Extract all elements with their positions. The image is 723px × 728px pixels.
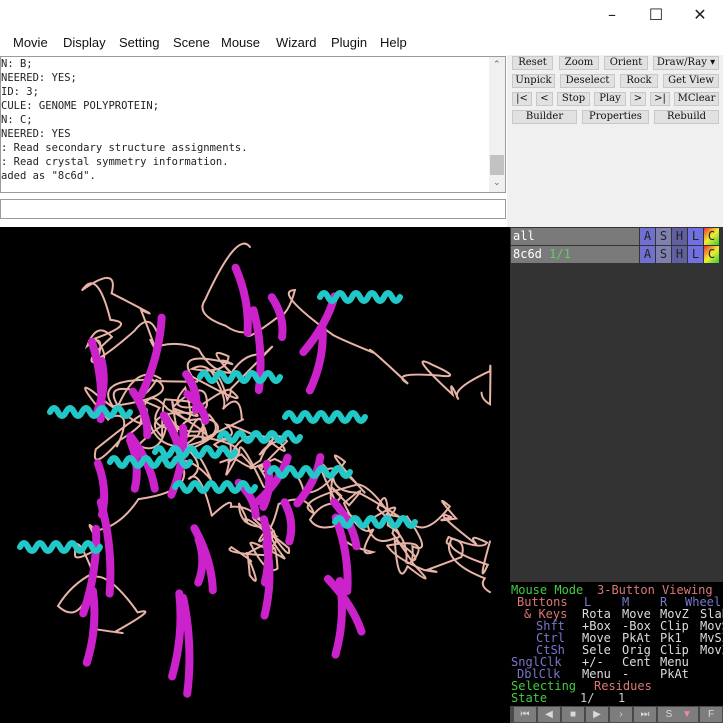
menu-bar: Movie Display Setting Scene Mouse Wizard… (0, 30, 723, 55)
alpha-helix (17, 540, 103, 554)
log-scrollbar[interactable]: ⌃ ⌄ (489, 57, 505, 192)
title-bar: – ☐ ✕ (0, 0, 723, 30)
transport-bar: ⏮ ◀ ■ ▶ › ⏭ S ▼ F (510, 706, 723, 723)
mouse-action: MovZ (700, 643, 723, 657)
object-row-all[interactable]: all A S H L C (511, 228, 723, 245)
command-input[interactable] (0, 199, 506, 219)
step-back-icon[interactable]: ◀ (538, 707, 560, 722)
log-line: aded as "8c6d". (1, 170, 96, 182)
minimize-button[interactable]: – (590, 4, 634, 26)
action-button[interactable]: A (640, 246, 655, 263)
deselect-button[interactable]: Deselect (560, 74, 615, 88)
loop-coil (386, 538, 420, 575)
loop-coil (90, 575, 147, 635)
stop-button[interactable]: Stop (557, 92, 590, 106)
beta-strand (259, 515, 273, 587)
hide-button[interactable]: H (672, 228, 687, 245)
scroll-thumb[interactable] (490, 155, 504, 175)
show-button[interactable]: S (656, 228, 671, 245)
menu-movie[interactable]: Movie (13, 35, 48, 50)
beta-strand (231, 263, 252, 337)
button-panel: Reset Zoom Orient Draw/Ray ▾ Unpick Dese… (507, 55, 723, 227)
log-line: N: B; (1, 58, 33, 70)
maximize-button[interactable]: ☐ (634, 4, 678, 26)
loop-coil (455, 364, 492, 406)
orient-button[interactable]: Orient (604, 56, 648, 70)
back-button[interactable]: < (536, 92, 553, 106)
loop-coil (81, 276, 156, 349)
menu-scene[interactable]: Scene (173, 35, 210, 50)
step-forward-icon[interactable]: › (610, 707, 632, 722)
show-button[interactable]: S (656, 246, 671, 263)
mouse-mode-panel: Mouse Mode 3-Button Viewing Buttons L M … (510, 582, 723, 706)
alpha-helix (282, 410, 368, 424)
stop-icon[interactable]: ■ (562, 707, 584, 722)
zoom-button[interactable]: Zoom (559, 56, 599, 70)
menu-display[interactable]: Display (63, 35, 106, 50)
object-state: 1/1 (549, 247, 571, 261)
log-line: CULE: GENOME POLYPROTEIN; (1, 100, 160, 112)
end-icon[interactable]: ⏭ (634, 707, 656, 722)
label-button[interactable]: L (688, 228, 703, 245)
action-button[interactable]: A (640, 228, 655, 245)
rewind-button[interactable]: |< (512, 92, 532, 106)
scroll-down-icon[interactable]: ⌄ (493, 177, 501, 188)
state-total: 1 (618, 691, 626, 705)
rewind-icon[interactable]: ⏮ (514, 707, 536, 722)
log-line: : Read secondary structure assignments. (1, 142, 248, 154)
label-button[interactable]: L (688, 246, 703, 263)
mouse-action: PkAt (660, 667, 689, 681)
log-line: NEERED: YES (1, 128, 71, 140)
state-label: State (511, 691, 548, 705)
rock-button[interactable]: Rock (620, 74, 658, 88)
log-line: : Read crystal symmetry information. (1, 156, 229, 168)
object-panel: all A S H L C 8c6d 1/1 A S H L C (510, 227, 723, 582)
menu-plugin[interactable]: Plugin (331, 35, 367, 50)
forward-button[interactable]: > (630, 92, 646, 106)
builder-button[interactable]: Builder (512, 110, 577, 124)
state-value: 1/ (580, 691, 595, 705)
beta-strand (280, 498, 296, 546)
fullscreen-button[interactable]: F (700, 707, 722, 722)
loop-coil (319, 454, 366, 505)
play-button[interactable]: Play (594, 92, 626, 106)
alpha-helix (152, 445, 238, 459)
loop-coil (331, 333, 440, 385)
molecule-viewer[interactable] (0, 227, 510, 723)
get-view-button[interactable]: Get View (663, 74, 719, 88)
beta-strand (267, 293, 287, 341)
end-button[interactable]: >| (650, 92, 670, 106)
object-name[interactable]: all (511, 228, 639, 245)
menu-help[interactable]: Help (380, 35, 407, 50)
reset-button[interactable]: Reset (512, 56, 553, 70)
color-button[interactable]: C (704, 228, 719, 245)
rebuild-button[interactable]: Rebuild (654, 110, 719, 124)
menu-wizard[interactable]: Wizard (276, 35, 316, 50)
object-row-8c6d[interactable]: 8c6d 1/1 A S H L C (511, 246, 723, 263)
log-line: NEERED: YES; (1, 72, 77, 84)
draw-ray-button[interactable]: Draw/Ray ▾ (653, 56, 719, 70)
play-icon[interactable]: ▶ (586, 707, 608, 722)
menu-setting[interactable]: Setting (119, 35, 159, 50)
properties-button[interactable]: Properties (582, 110, 649, 124)
color-button[interactable]: C (704, 246, 719, 263)
hide-button[interactable]: H (672, 246, 687, 263)
loop-coil (421, 360, 460, 400)
close-button[interactable]: ✕ (678, 4, 722, 26)
menu-mouse[interactable]: Mouse (221, 35, 260, 50)
unpick-button[interactable]: Unpick (512, 74, 555, 88)
scene-menu-icon[interactable]: ▼ (676, 707, 698, 722)
log-line: ID: 3; (1, 86, 39, 98)
output-log[interactable]: N: B; NEERED: YES; ID: 3; CULE: GENOME P… (0, 56, 506, 193)
protein-cartoon (17, 242, 492, 698)
beta-strand (137, 313, 166, 400)
mclear-button[interactable]: MClear (674, 92, 719, 106)
beta-strand (168, 589, 185, 681)
log-line: N: C; (1, 114, 33, 126)
scroll-up-icon[interactable]: ⌃ (493, 59, 501, 70)
object-name[interactable]: 8c6d 1/1 (511, 246, 639, 263)
